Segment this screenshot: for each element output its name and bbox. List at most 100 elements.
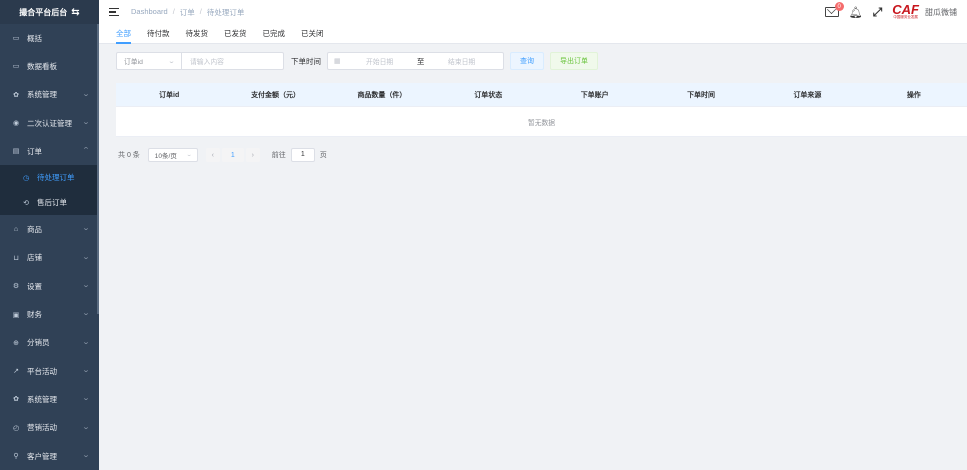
table-column-header: 下单账户 — [580, 91, 609, 99]
breadcrumb-separator: / — [199, 6, 202, 16]
end-date-input[interactable]: 结束日期 — [429, 56, 495, 66]
chevron-down-icon: ⌄ — [81, 253, 91, 261]
tab-5[interactable]: 已关闭 — [301, 24, 324, 43]
sidebar-item[interactable]: ◉ 二次认证管理 ⌄ — [0, 109, 99, 137]
gear-icon: ✿ — [13, 91, 19, 99]
chevron-down-icon: ⌄ — [81, 118, 91, 126]
clock-icon: ◴ — [12, 424, 20, 432]
document-icon: ▤ — [12, 148, 20, 156]
sidebar-item[interactable]: ⌂ 商品 ⌄ — [0, 215, 99, 243]
tab-3[interactable]: 已发货 — [224, 24, 247, 43]
filter-bar: 订单id ⌄ 请输入内容 下单时间 ▦ 开始日期 至 结束日期 查询 导出订单 — [116, 52, 598, 70]
briefcase-icon: ▣ — [12, 311, 20, 319]
sidebar-item-label: 数据看板 — [27, 61, 57, 71]
goto-label: 前往 — [271, 152, 286, 159]
pagination: 共 0 条 10条/页 ⌄ ‹ 1 › 前往 1 页 — [118, 148, 327, 162]
swap-icon[interactable]: ⇆ — [71, 7, 79, 18]
next-page-button[interactable]: › — [245, 148, 260, 162]
breadcrumb: Dashboard / 订单 / 待处理订单 — [131, 7, 244, 18]
chevron-down-icon: ⌄ — [81, 338, 91, 346]
sidebar-title: 撮合平台后台 — [19, 7, 68, 17]
search-input-placeholder: 请输入内容 — [190, 59, 224, 66]
sidebar-item[interactable]: ⚙ 设置 ⌄ — [0, 272, 99, 300]
table-column-header: 操作 — [906, 91, 921, 99]
search-field-select[interactable]: 订单id ⌄ — [116, 52, 182, 70]
mail-icon[interactable]: 0 — [824, 2, 844, 17]
sidebar-header[interactable]: 撮合平台后台 ⇆ — [0, 0, 99, 24]
mail-badge: 0 — [834, 2, 844, 11]
refresh-icon: ⟲ — [23, 199, 29, 207]
chevron-up-icon: ⌃ — [81, 147, 91, 155]
sidebar: 撮合平台后台 ⇆ ▭ 概括 ▭ 数据看板 ✿ 系统管理 ⌄ ◉ 二次认证管理 ⌄ ▤ 订单 ⌃ ◷ 待处理… — [0, 0, 99, 470]
sidebar-item[interactable]: ✿ 系统管理 ⌄ — [0, 81, 99, 109]
top-header: Dashboard / 订单 / 待处理订单 0 🔔︎ ⤢ CAF 中国服务业发… — [99, 0, 967, 24]
app-root: 撮合平台后台 ⇆ ▭ 概括 ▭ 数据看板 ✿ 系统管理 ⌄ ◉ 二次认证管理 ⌄ ▤ 订单 ⌃ ◷ 待处理… — [0, 0, 967, 470]
chevron-down-icon: ⌄ — [81, 310, 91, 318]
goto-suffix: 页 — [319, 152, 327, 159]
sidebar-item[interactable]: ⊔ 店铺 ⌄ — [0, 244, 99, 272]
page-number-current[interactable]: 1 — [221, 148, 244, 162]
export-orders-button[interactable]: 导出订单 — [550, 52, 598, 70]
pagination-total: 共 0 条 — [118, 152, 140, 159]
monitor-icon: ▭ — [12, 35, 20, 43]
sidebar-item[interactable]: ⊕ 分销员 ⌄ — [0, 329, 99, 357]
sidebar-item[interactable]: ✿ 系统管理 ⌄ — [0, 385, 99, 413]
sidebar-item[interactable]: ▣ 财务 ⌄ — [0, 300, 99, 328]
sidebar-subitem[interactable]: ◷ 待处理订单 — [0, 165, 99, 190]
orders-table: 订单id 支付金额（元） 商品数量（件） 订单状态 下单账户 下单时间 订单来源 操作 暂无数… — [116, 83, 967, 137]
table-column-header: 订单来源 — [793, 91, 822, 99]
user-brand[interactable]: CAF 中国服务业发展 甜瓜微铺 — [892, 2, 957, 19]
user-icon: ⚲ — [13, 453, 19, 460]
fullscreen-icon[interactable]: ⤢ — [873, 5, 883, 20]
eye-icon: ◉ — [12, 120, 20, 128]
sidebar-item-label: 订单 — [27, 146, 42, 156]
breadcrumb-separator: / — [172, 6, 175, 16]
sidebar-subitem[interactable]: ⟲ 售后订单 — [0, 190, 99, 215]
sidebar-item-label: 待处理订单 — [37, 173, 75, 183]
bell-icon[interactable]: 🔔︎ — [849, 6, 863, 19]
query-button[interactable]: 查询 — [510, 52, 544, 70]
sidebar-item[interactable]: ◴ 营销活动 ⌄ — [0, 414, 99, 442]
chevron-down-icon: ⌄ — [81, 423, 91, 431]
tab-1[interactable]: 待付款 — [147, 24, 170, 43]
hamburger-icon[interactable] — [109, 8, 119, 16]
monitor-icon: ▭ — [12, 63, 20, 71]
caf-logo: CAF 中国服务业发展 — [892, 2, 919, 19]
table-column-header: 订单状态 — [474, 91, 503, 99]
sidebar-item[interactable]: ↗ 平台活动 ⌄ — [0, 357, 99, 385]
chevron-down-icon: ⌄ — [81, 366, 91, 374]
tab-0[interactable]: 全部 — [116, 24, 131, 44]
search-input[interactable]: 请输入内容 — [182, 52, 284, 70]
sidebar-item-label: 概括 — [27, 33, 42, 43]
sidebar-item-label: 财务 — [27, 310, 42, 320]
sidebar-menu-bottom: ⌂ 商品 ⌄ ⊔ 店铺 ⌄ ⚙ 设置 ⌄ ▣ 财务 ⌄ ⊕ 分销员 ⌄ ↗ 平台活动 ⌄ ✿ 系统管理 ⌄ ◴ 营销活动 ⌄ ⚲… — [0, 215, 99, 470]
sidebar-item[interactable]: ▤ 订单 ⌃ — [0, 137, 99, 165]
chevron-down-icon: ⌄ — [185, 152, 192, 158]
start-date-input[interactable]: 开始日期 — [347, 56, 413, 66]
chevron-down-icon: ⌄ — [81, 225, 91, 233]
order-time-label: 下单时间 — [291, 56, 321, 66]
sidebar-item-label: 分销员 — [27, 338, 50, 348]
sidebar-item-label: 二次认证管理 — [27, 118, 72, 128]
chevron-down-icon: ⌄ — [81, 395, 91, 403]
sidebar-item-label: 系统管理 — [27, 90, 57, 100]
sidebar-item[interactable]: ▭ 概括 — [0, 24, 99, 52]
goto-page-input[interactable]: 1 — [290, 148, 315, 162]
sidebar-item-label: 客户管理 — [27, 451, 57, 461]
page-size-select[interactable]: 10条/页 ⌄ — [147, 148, 198, 162]
date-range-picker[interactable]: ▦ 开始日期 至 结束日期 — [327, 52, 504, 70]
prev-page-button[interactable]: ‹ — [205, 148, 220, 162]
sidebar-item[interactable]: ▭ 数据看板 — [0, 52, 99, 80]
date-range-separator: 至 — [416, 56, 425, 66]
breadcrumb-item-orders[interactable]: 订单 — [180, 7, 195, 18]
tab-2[interactable]: 待发货 — [186, 24, 209, 43]
chevron-down-icon: ⌄ — [81, 90, 91, 98]
chevron-down-icon: ⌄ — [81, 451, 91, 459]
breadcrumb-item-dashboard[interactable]: Dashboard — [131, 7, 168, 18]
page-jumper: 前往 1 页 — [272, 148, 327, 162]
cart-icon: ⊔ — [13, 254, 19, 262]
sidebar-menu-top: ▭ 概括 ▭ 数据看板 ✿ 系统管理 ⌄ ◉ 二次认证管理 ⌄ ▤ 订单 ⌃ — [0, 24, 99, 165]
tab-4[interactable]: 已完成 — [263, 24, 286, 43]
calendar-icon: ▦ — [334, 58, 341, 65]
sidebar-item[interactable]: ⚲ 客户管理 ⌄ — [0, 442, 99, 470]
